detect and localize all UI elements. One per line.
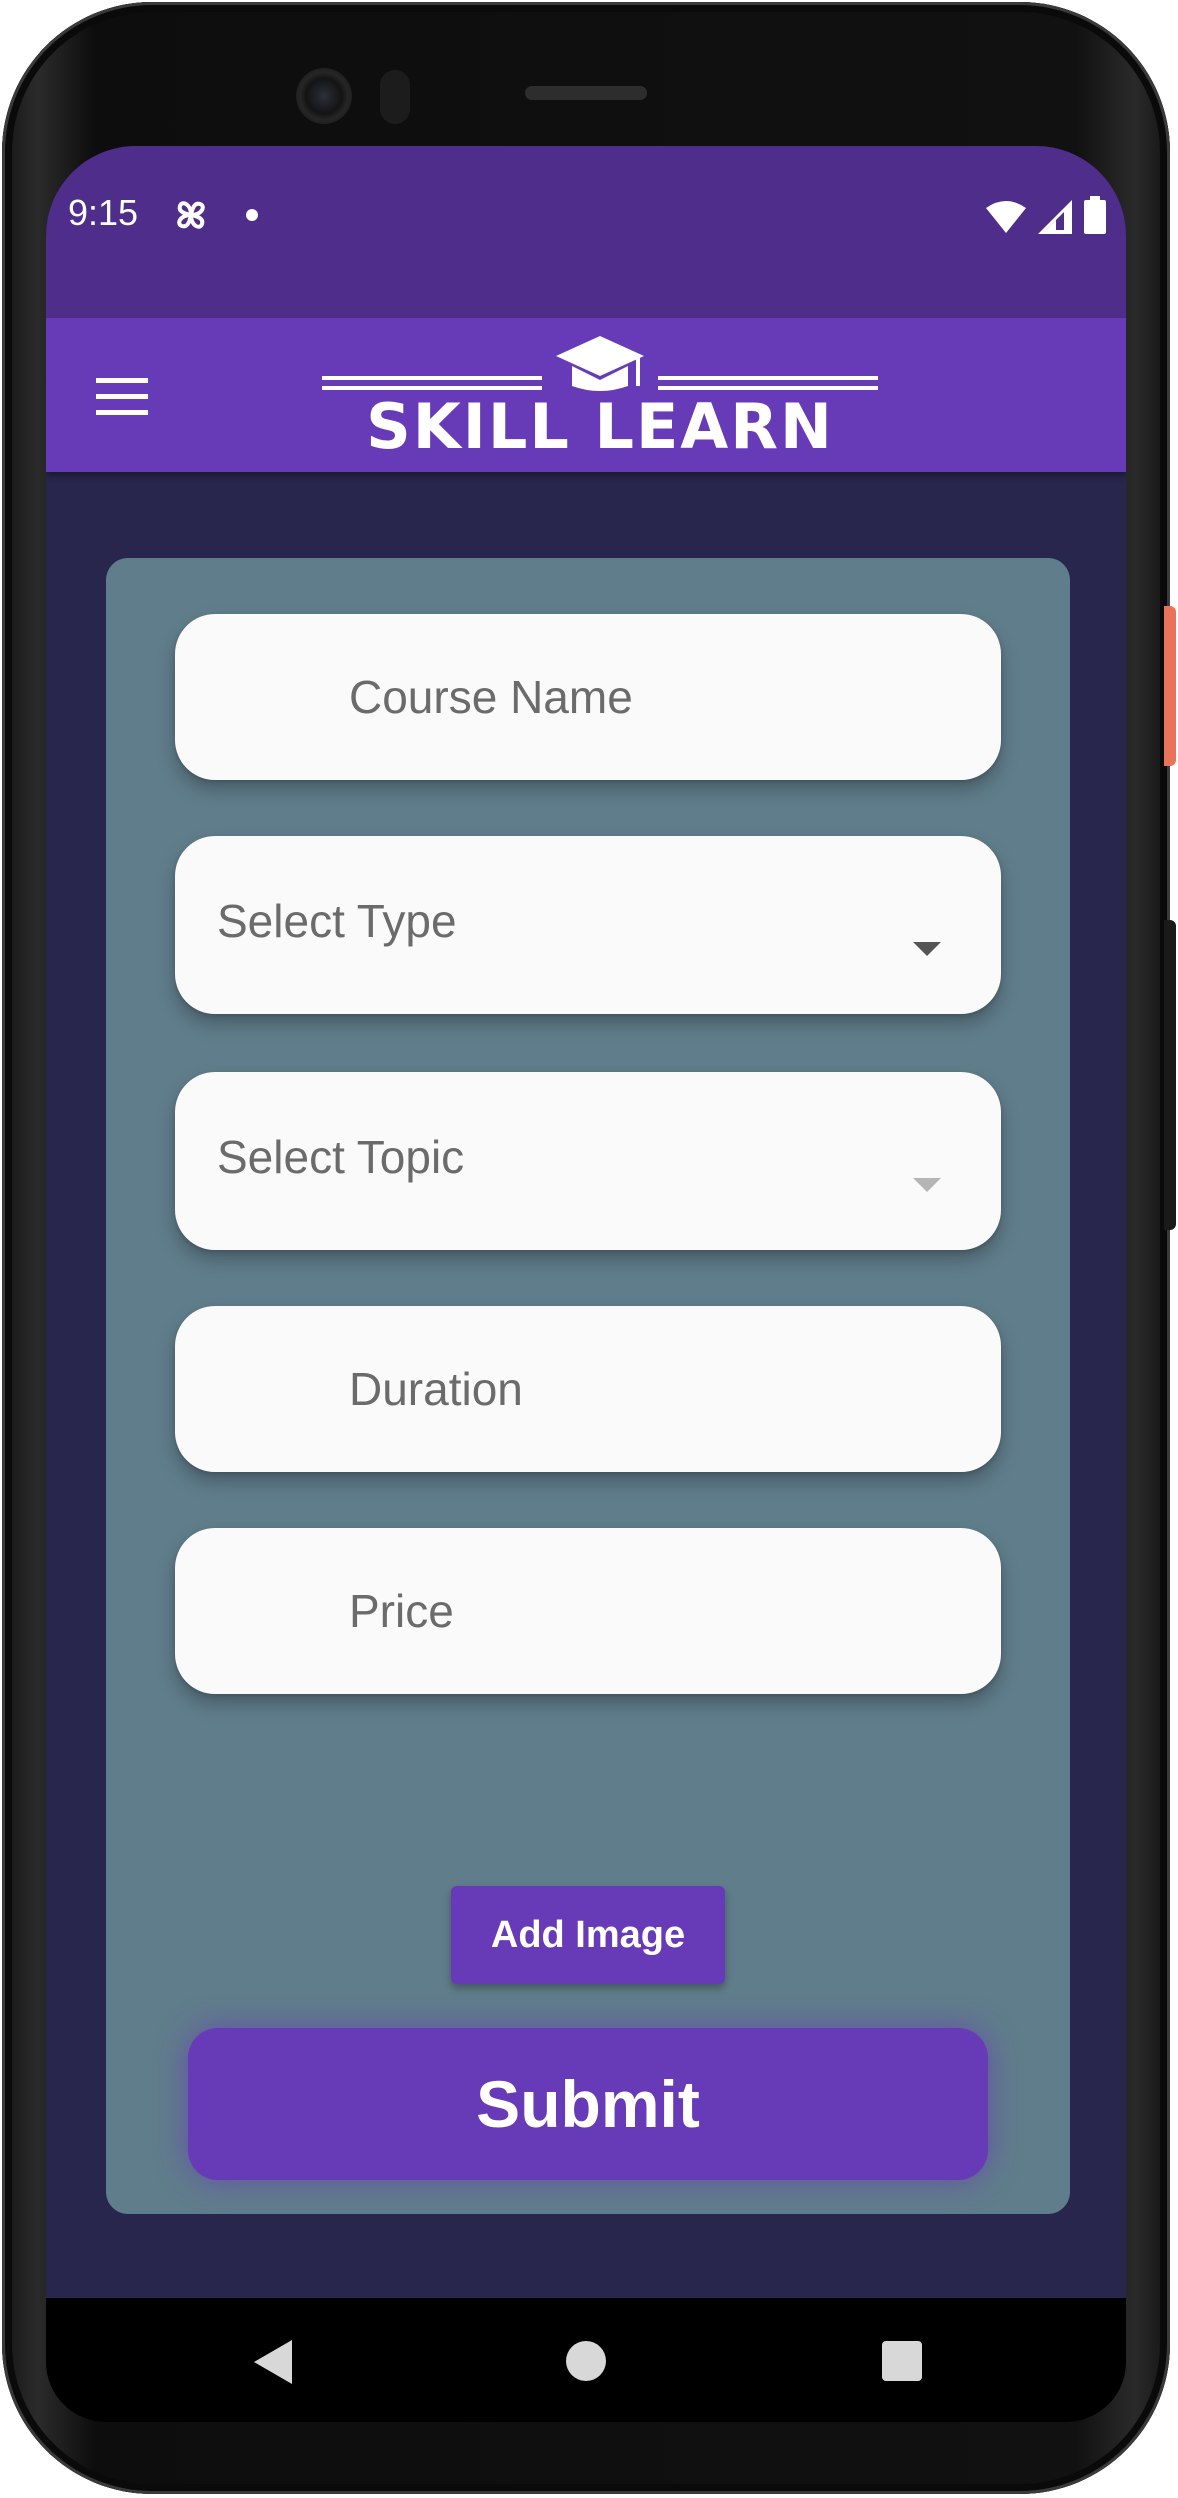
wifi-icon: [986, 201, 1026, 233]
proximity-sensor: [380, 70, 410, 124]
course-name-placeholder: Course Name: [349, 671, 633, 723]
select-topic-placeholder: Select Topic: [217, 1131, 465, 1183]
graduation-cap-icon: [322, 336, 878, 391]
front-camera: [296, 68, 352, 124]
cellular-signal-icon: [1038, 200, 1072, 234]
volume-button: [1164, 920, 1176, 1230]
system-nav-bar: [46, 2298, 1126, 2422]
duration-field[interactable]: Duration: [175, 1306, 1001, 1472]
status-time: 9:15: [68, 192, 139, 233]
duration-placeholder: Duration: [349, 1363, 523, 1415]
caret-down-icon: [913, 942, 941, 956]
course-name-field[interactable]: Course Name: [175, 614, 1001, 780]
price-field[interactable]: Price: [175, 1528, 1001, 1694]
add-course-form: Course Name Select Type Select Topic Dur…: [106, 558, 1070, 2214]
hamburger-menu-icon[interactable]: [96, 378, 148, 418]
app-logo: SKILL LEARN: [322, 332, 878, 463]
caret-down-icon: [913, 1178, 941, 1192]
status-icons: [986, 194, 1106, 234]
battery-icon: [1084, 196, 1106, 234]
status-bar: 9:15: [46, 146, 1126, 318]
notification-dot: [246, 209, 258, 221]
select-topic-dropdown[interactable]: Select Topic: [175, 1072, 1001, 1250]
app-bar: SKILL LEARN: [46, 318, 1126, 472]
screen: 9:15 SKILL LEARN Course Name Select Type…: [46, 146, 1126, 2422]
price-placeholder: Price: [349, 1585, 454, 1637]
back-triangle-icon[interactable]: [254, 2340, 292, 2384]
recents-square-icon[interactable]: [882, 2341, 922, 2381]
power-button: [1164, 606, 1176, 766]
home-circle-icon[interactable]: [566, 2341, 606, 2381]
earpiece-speaker: [525, 86, 647, 100]
select-type-dropdown[interactable]: Select Type: [175, 836, 1001, 1014]
submit-button[interactable]: Submit: [188, 2028, 988, 2180]
add-image-button[interactable]: Add Image: [451, 1886, 725, 1984]
logo-text: SKILL LEARN: [366, 390, 834, 463]
select-type-placeholder: Select Type: [217, 895, 457, 947]
fan-notification-icon: [177, 201, 205, 229]
